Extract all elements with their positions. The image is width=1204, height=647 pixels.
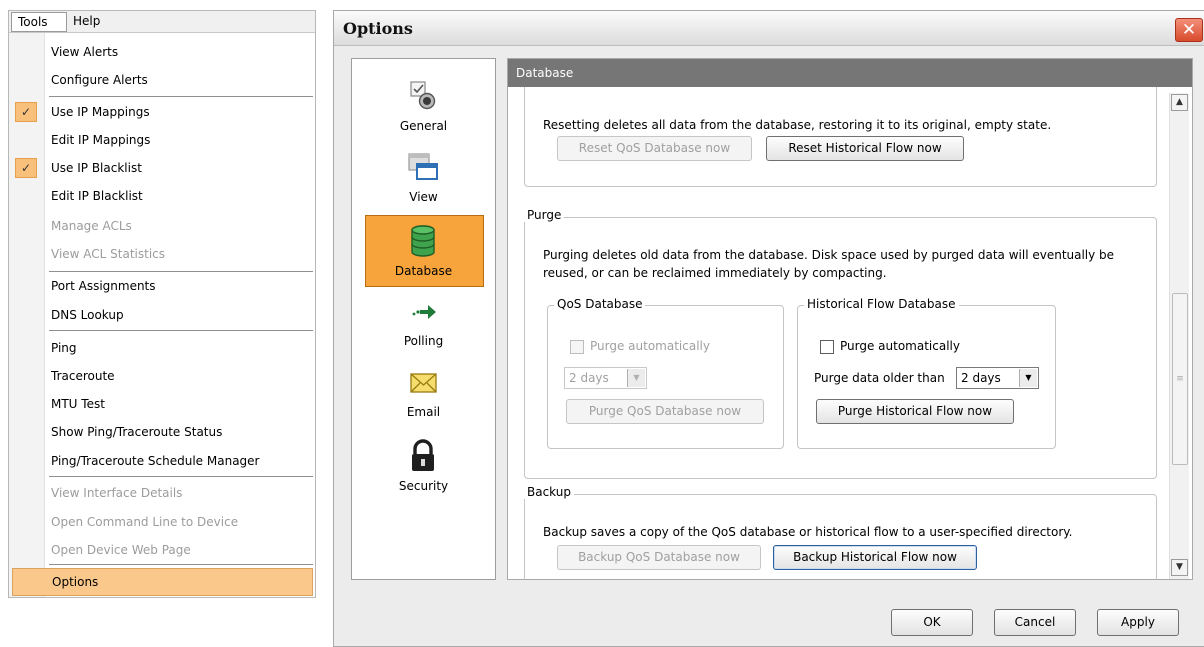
nav-item-general[interactable]: General [352,71,495,141]
flow-purge-automatically-label: Purge automatically [840,339,960,353]
flow-purge-days-select[interactable]: 2 days ▼ [956,367,1039,389]
database-icon [411,225,435,257]
purge-group-title: Purge [524,208,565,222]
nav-item-label: Security [398,479,449,493]
dialog-title-bar: Options ✕ [334,11,1204,46]
nav-item-label: Email [406,405,441,419]
qos-purge-days-select[interactable]: 2 days ▼ [564,367,647,389]
nav-item-security[interactable]: Security [352,431,495,501]
scroll-up-button[interactable]: ▲ [1171,94,1188,111]
menu-separator [49,476,313,477]
menu-item-ping[interactable]: Ping [9,335,315,361]
menu-separator [49,96,313,97]
menu-item-open-device-web-page: Open Device Web Page [51,543,191,557]
menu-separator [49,564,313,565]
menu-item-options[interactable]: Options [12,568,313,596]
menu-item-ping-traceroute-schedule-manager[interactable]: Ping/Traceroute Schedule Manager [9,448,315,474]
window-view-icon [408,153,438,180]
menu-bar-help[interactable]: Help [67,12,111,32]
reset-description: Resetting deletes all data from the data… [543,118,1052,132]
tools-menu: Tools Help View Alerts Configure Alerts … [8,10,316,598]
menu-item-manage-acls: Manage ACLs [51,219,132,233]
purge-group: Purge Purging deletes old data from the … [524,208,1157,479]
purge-description-line2: reused, or can be reclaimed immediately … [543,266,887,280]
purge-qos-database-button[interactable]: Purge QoS Database now [566,399,764,424]
menu-separator [49,330,313,331]
menu-item-configure-alerts[interactable]: Configure Alerts [9,67,315,93]
scroll-down-button[interactable]: ▼ [1171,559,1188,576]
nav-item-label: General [399,119,448,133]
general-settings-icon [410,81,436,110]
purge-older-than-label: Purge data older than [814,371,945,385]
purge-historical-flow-button[interactable]: Purge Historical Flow now [816,399,1014,424]
nav-item-polling[interactable]: Polling [352,286,495,356]
close-icon: ✕ [1181,20,1197,40]
apply-button[interactable]: Apply [1097,609,1179,636]
chevron-down-icon: ▼ [627,369,645,387]
flow-purge-days-value: 2 days [961,371,1001,385]
nav-item-email[interactable]: Email [352,357,495,427]
nav-item-label: Database [394,264,453,278]
chevron-down-icon: ▼ [1019,369,1037,387]
nav-item-label: Polling [403,334,444,348]
purge-description-line1: Purging deletes old data from the databa… [543,248,1115,262]
qos-database-title: QoS Database [554,297,646,311]
vertical-scrollbar[interactable]: ▲ ≡ ▼ [1169,93,1189,579]
close-button[interactable]: ✕ [1175,18,1203,42]
menu-item-edit-ip-mappings[interactable]: Edit IP Mappings [9,127,315,153]
cancel-button[interactable]: Cancel [994,609,1076,636]
backup-qos-database-button[interactable]: Backup QoS Database now [557,545,761,570]
qos-database-group: QoS Database Purge automatically 2 days … [547,297,784,449]
ok-button[interactable]: OK [891,609,973,636]
menu-item-use-ip-blacklist[interactable]: Use IP Blacklist [9,155,315,181]
backup-group: Backup Backup saves a copy of the QoS da… [524,485,1157,579]
reset-qos-database-button[interactable]: Reset QoS Database now [557,136,752,161]
menu-item-view-acl-statistics: View ACL Statistics [51,247,166,261]
reset-group: Resetting deletes all data from the data… [524,87,1157,187]
padlock-icon [412,439,434,471]
nav-item-database[interactable]: Database [365,215,484,287]
menu-item-port-assignments[interactable]: Port Assignments [9,273,315,299]
qos-purge-days-value: 2 days [569,371,609,385]
scrollbar-thumb[interactable]: ≡ [1172,293,1188,465]
menu-item-view-interface-details: View Interface Details [51,486,183,500]
backup-historical-flow-button[interactable]: Backup Historical Flow now [773,545,977,570]
menu-item-open-command-line: Open Command Line to Device [51,515,239,529]
menu-item-mtu-test[interactable]: MTU Test [9,391,315,417]
menu-item-use-ip-mappings[interactable]: Use IP Mappings [9,99,315,125]
backup-group-title: Backup [524,485,574,499]
menu-item-edit-ip-blacklist[interactable]: Edit IP Blacklist [9,183,315,209]
menu-item-view-alerts[interactable]: View Alerts [9,39,315,65]
nav-item-label: View [409,190,438,204]
options-nav-panel: General View Database Polling Email Secu… [351,58,496,580]
menu-item-traceroute[interactable]: Traceroute [9,363,315,389]
dialog-title: Options [343,19,413,38]
database-settings-panel: Database Resetting deletes all data from… [507,58,1193,580]
qos-purge-automatically-checkbox[interactable] [570,340,584,354]
historical-flow-database-group: Historical Flow Database Purge automatic… [797,297,1056,449]
menu-separator [49,271,313,272]
grip-icon: ≡ [1176,374,1184,384]
menu-bar: Tools Help [9,11,315,33]
reset-historical-flow-button[interactable]: Reset Historical Flow now [766,136,964,161]
chevron-down-icon: ▼ [1176,562,1183,572]
nav-item-view[interactable]: View [352,142,495,212]
menu-bar-tools[interactable]: Tools [11,12,67,32]
polling-arrow-icon [412,305,436,319]
menu-item-dns-lookup[interactable]: DNS Lookup [9,302,315,328]
qos-purge-automatically-label: Purge automatically [590,339,710,353]
envelope-icon [410,373,437,393]
chevron-up-icon: ▲ [1176,97,1183,107]
panel-header: Database [508,59,1192,87]
flow-purge-automatically-checkbox[interactable] [820,340,834,354]
menu-item-show-ping-traceroute-status[interactable]: Show Ping/Traceroute Status [9,419,315,445]
options-dialog: Options ✕ General View Database Polling … [333,10,1204,647]
backup-description: Backup saves a copy of the QoS database … [543,525,1073,539]
historical-flow-database-title: Historical Flow Database [804,297,959,311]
